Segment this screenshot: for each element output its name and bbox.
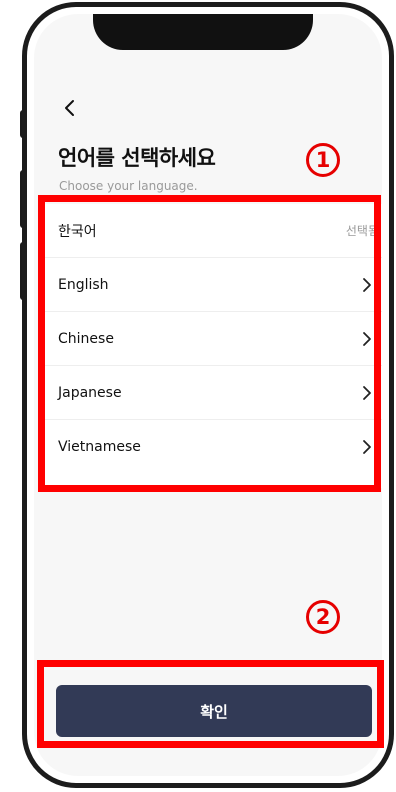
page-subtitle: Choose your language.: [59, 179, 198, 193]
chevron-left-icon: [65, 100, 74, 116]
page: 언어를 선택하세요 Choose your language. 한국어 선택됨 …: [0, 0, 396, 792]
back-button[interactable]: [58, 96, 82, 120]
annotation-marker-1-label: 1: [315, 147, 331, 172]
annotation-marker-2-label: 2: [315, 604, 331, 629]
annotation-marker-1: 1: [306, 143, 340, 177]
annotation-box-language-list: [38, 195, 381, 492]
page-title: 언어를 선택하세요: [58, 146, 216, 170]
phone-notch: [93, 14, 313, 50]
annotation-marker-2: 2: [306, 600, 340, 634]
annotation-box-confirm-button: [37, 660, 384, 748]
